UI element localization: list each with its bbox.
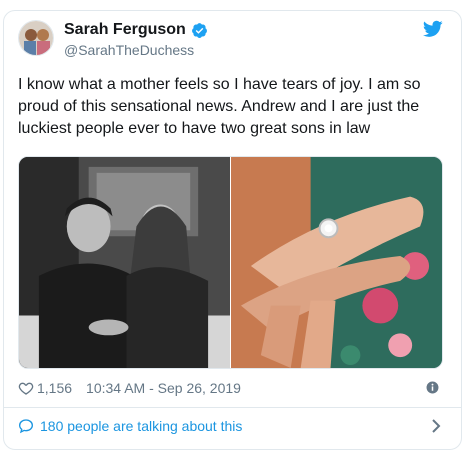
like-count[interactable]: 1,156 [37, 380, 72, 396]
tweet-header: Sarah Ferguson @SarahTheDuchess [18, 20, 443, 60]
tweet-media[interactable] [18, 156, 443, 369]
heart-icon[interactable] [18, 380, 34, 396]
twitter-bird-icon[interactable] [423, 20, 443, 38]
info-icon[interactable] [426, 381, 439, 394]
divider [3, 407, 462, 408]
author-handle[interactable]: @SarahTheDuchess [64, 42, 194, 58]
tweet-meta: 1,156 10:34 AM - Sep 26, 2019 [18, 378, 443, 398]
speech-bubble-icon [18, 419, 34, 434]
author-name[interactable]: Sarah Ferguson [64, 21, 186, 39]
tweet-text: I know what a mother feels so I have tea… [18, 76, 421, 137]
couple-photo[interactable] [19, 157, 230, 368]
talking-about-label: 180 people are talking about this [40, 418, 243, 434]
tweet-timestamp[interactable]: 10:34 AM - Sep 26, 2019 [86, 380, 241, 396]
engagement-ring-photo[interactable] [231, 157, 442, 368]
chevron-right-icon[interactable] [431, 419, 441, 433]
avatar[interactable] [18, 20, 54, 56]
verified-badge-icon [191, 22, 207, 38]
author-name-row: Sarah Ferguson [64, 21, 208, 39]
talking-about-link[interactable]: 180 people are talking about this [18, 415, 443, 437]
